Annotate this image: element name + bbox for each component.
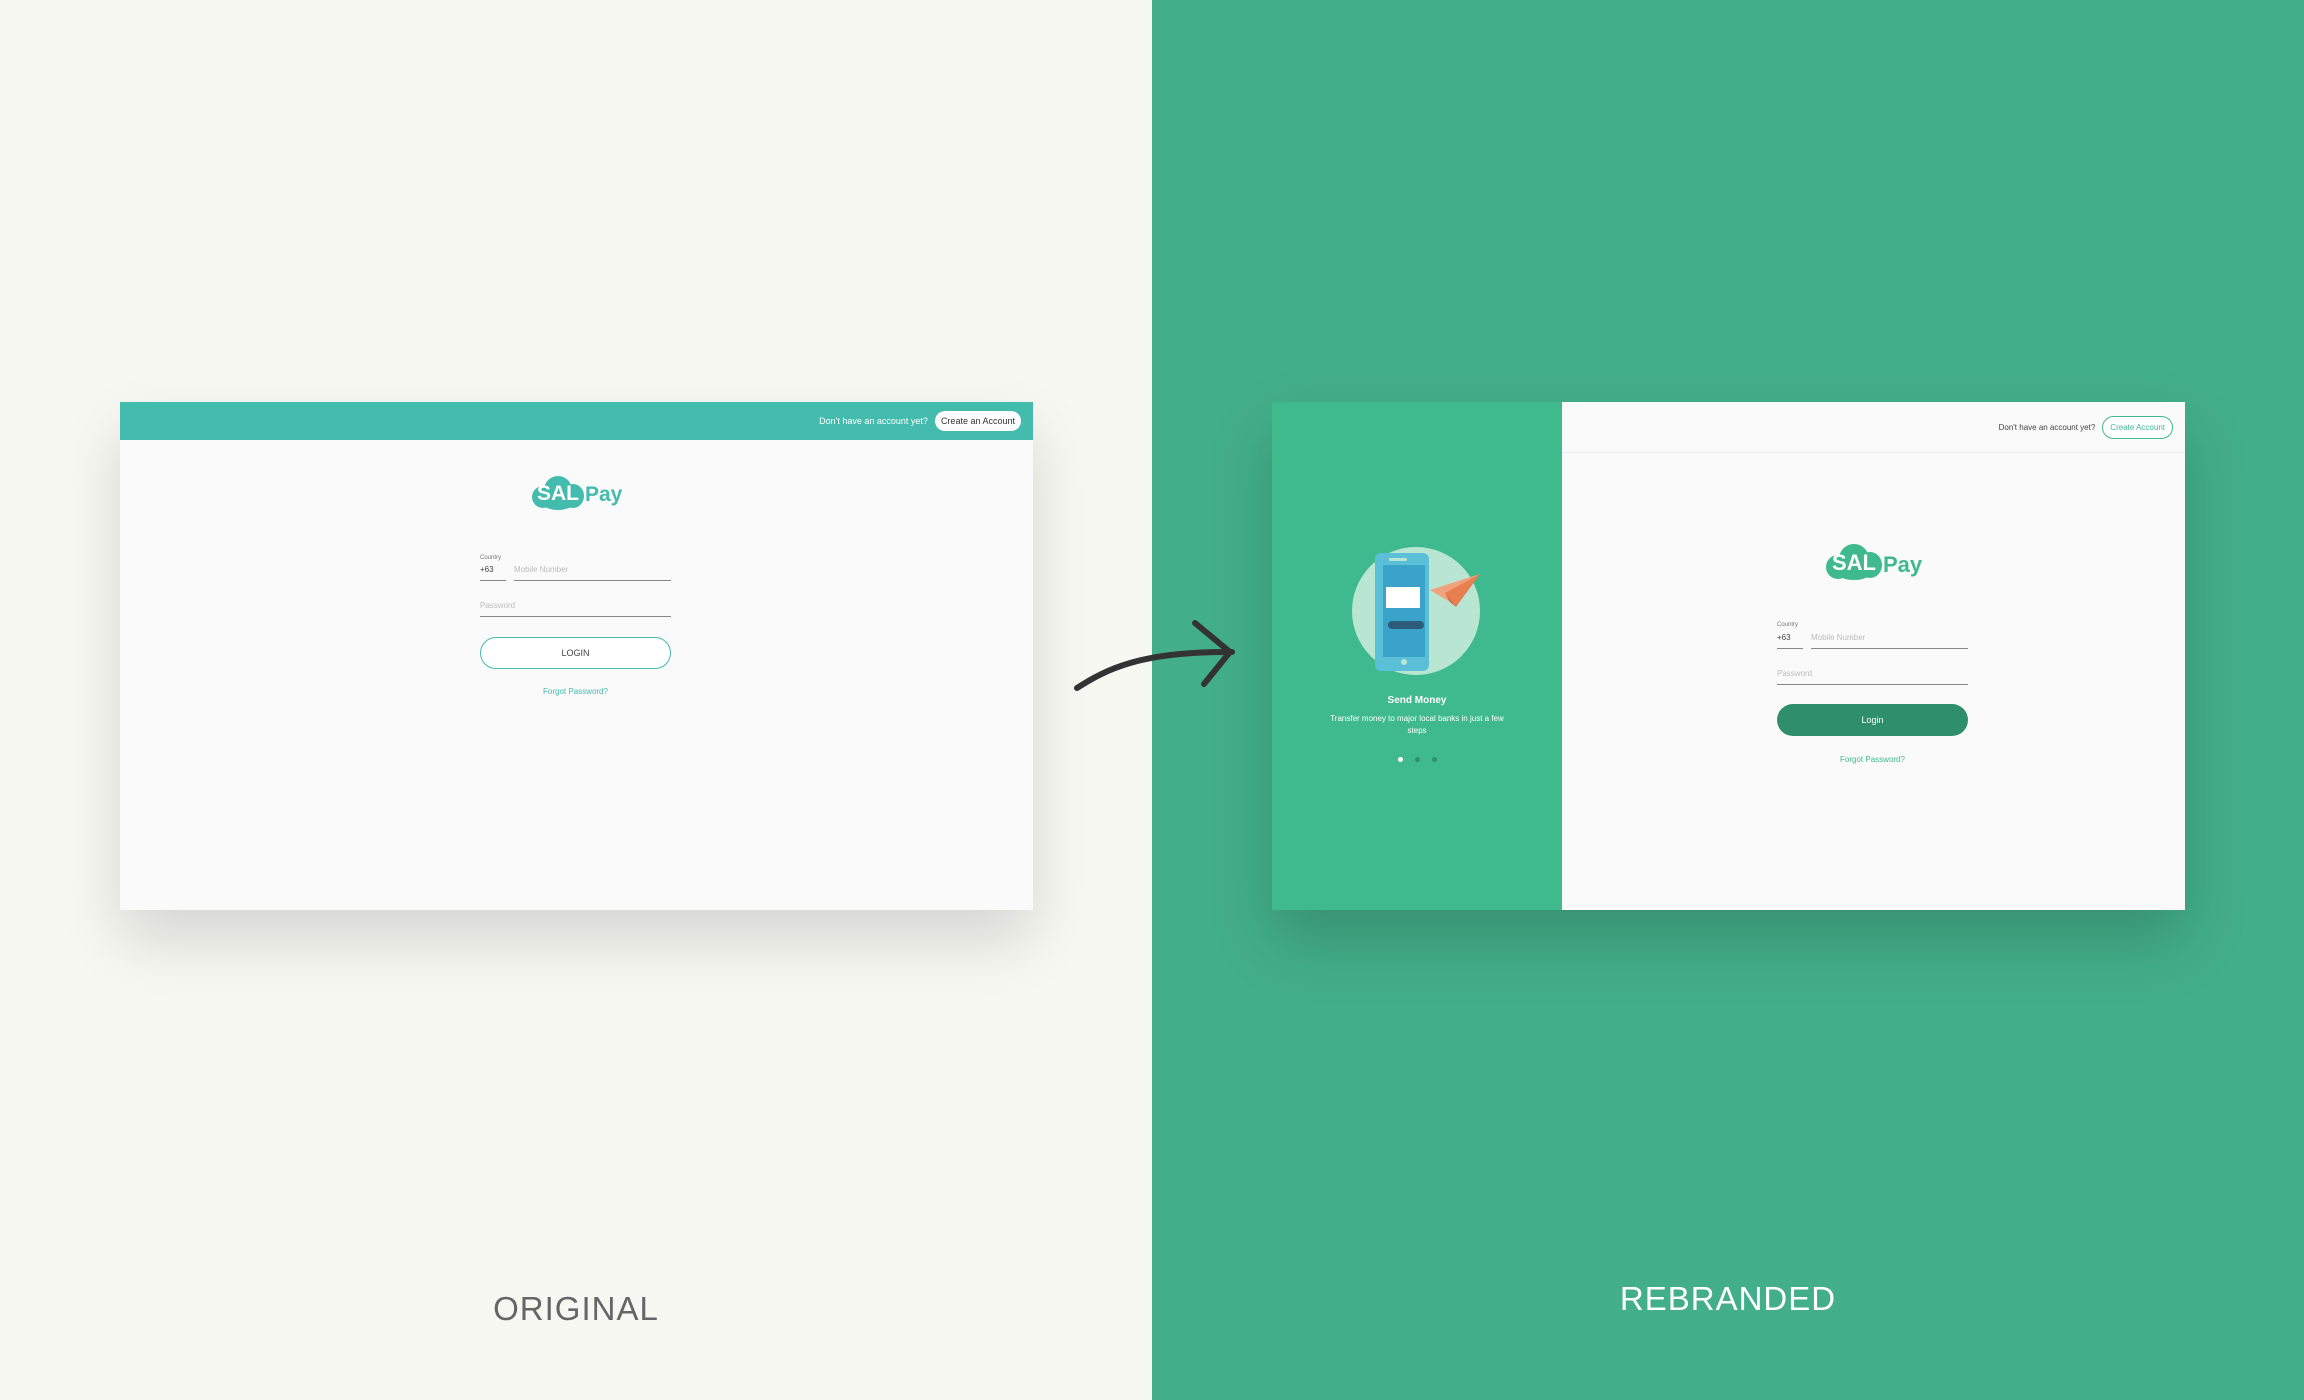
login-button[interactable]: LOGIN [480, 637, 671, 669]
country-label: Country [480, 555, 502, 561]
logo-cloud-icon: SAL [1826, 544, 1882, 580]
rebranded-caption: REBRANDED [1619, 1280, 1837, 1317]
carousel-dots [1272, 757, 1562, 762]
password-input[interactable]: Password [480, 601, 515, 610]
account-prompt: Don't have an account yet? [1998, 422, 2096, 432]
password-underline [1777, 684, 1968, 685]
transition-arrow-icon [1074, 620, 1235, 691]
mobile-number-input[interactable]: Mobile Number [1811, 633, 1865, 642]
carousel-dot-3[interactable] [1431, 757, 1437, 762]
carousel-dot-1[interactable] [1397, 757, 1403, 762]
original-topbar: Don't have an account yet? Create an Acc… [120, 402, 1033, 440]
onboarding-panel: Send Money Transfer money to major local… [1272, 402, 1562, 910]
login-button[interactable]: Login [1777, 704, 1968, 736]
logo-mark: SAL [1832, 550, 1876, 575]
send-money-illustration-icon [1352, 547, 1480, 675]
account-prompt: Don't have an account yet? [819, 416, 928, 426]
country-underline [480, 580, 506, 581]
forgot-password-link[interactable]: Forgot Password? [480, 687, 671, 696]
country-underline [1777, 648, 1803, 649]
country-code-field[interactable]: +63 [1777, 633, 1791, 642]
forgot-password-link[interactable]: Forgot Password? [1777, 755, 1968, 764]
logo-word: Pay [585, 483, 623, 506]
country-label: Country [1777, 622, 1799, 628]
create-account-button[interactable]: Create Account [2102, 415, 2173, 439]
password-input[interactable]: Password [1777, 669, 1812, 678]
logo-word: Pay [1883, 551, 1923, 577]
password-underline [480, 616, 671, 617]
carousel-dot-2[interactable] [1414, 757, 1420, 762]
original-caption: ORIGINAL [493, 1290, 659, 1327]
original-login-window: Don't have an account yet? Create an Acc… [120, 402, 1033, 910]
logo-mark: SAL [537, 482, 579, 505]
create-account-button[interactable]: Create an Account [934, 411, 1021, 431]
mobile-underline [1811, 648, 1968, 649]
login-panel: Don't have an account yet? Create Accoun… [1562, 402, 2185, 910]
mobile-number-input[interactable]: Mobile Number [514, 565, 568, 574]
rebranded-login-window: Send Money Transfer money to major local… [1272, 402, 2185, 910]
salpay-logo: SAL Pay [1826, 544, 1922, 580]
salpay-logo: SAL Pay [532, 476, 622, 510]
slide-description: Transfer money to major local banks in j… [1330, 714, 1504, 735]
mobile-underline [514, 580, 671, 581]
slide-title: Send Money [1387, 695, 1447, 706]
country-code-field[interactable]: +63 [480, 565, 494, 574]
rebranded-header: Don't have an account yet? Create Accoun… [1562, 402, 2185, 453]
logo-cloud-icon: SAL [532, 476, 584, 510]
